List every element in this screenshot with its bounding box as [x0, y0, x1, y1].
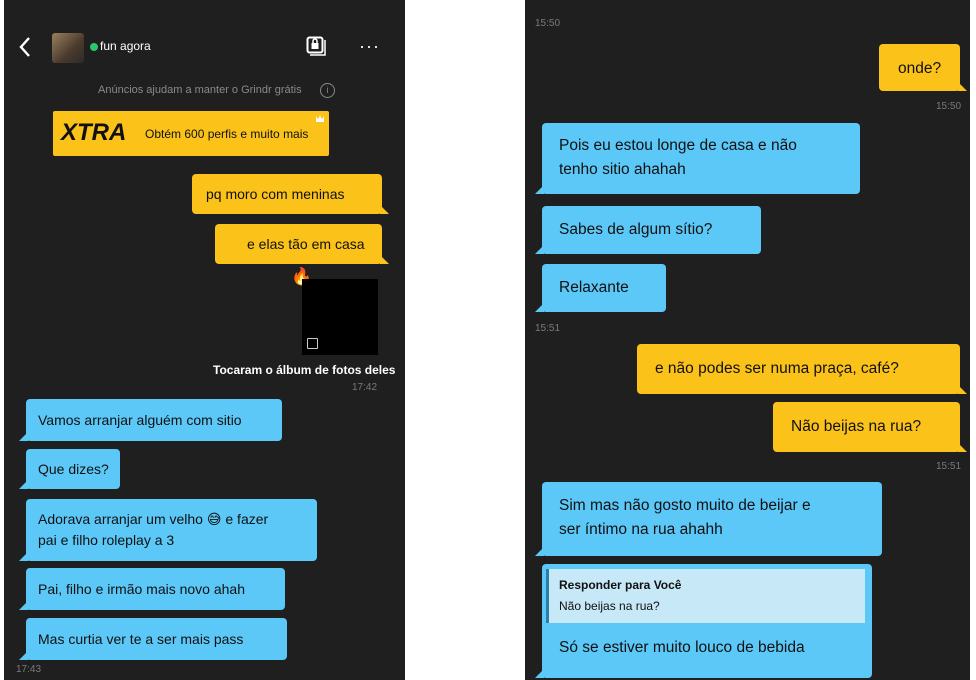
crown-icon: [316, 115, 324, 122]
left-chat-screen: fun agora ··· Anúncios ajudam a manter o…: [4, 0, 405, 680]
timestamp: 15:51: [535, 323, 561, 334]
message-in[interactable]: Adorava arranjar um velho 😅 e fazer pai …: [19, 499, 317, 561]
message-in[interactable]: Vamos arranjar alguém com sitio: [19, 399, 282, 441]
message-in[interactable]: Que dizes?: [19, 449, 120, 489]
timestamp: 15:51: [936, 461, 962, 472]
timestamp: 17:43: [16, 664, 42, 675]
ad-text: Obtém 600 perfis e muito mais: [145, 127, 309, 141]
message-out[interactable]: onde?: [879, 44, 967, 91]
back-arrow-icon[interactable]: [18, 36, 32, 58]
reply-quote-box[interactable]: Responder para Você Não beijas na rua?: [546, 569, 865, 623]
message-line: tenho sitio ahahah: [559, 161, 686, 178]
message-out[interactable]: pq moro com meninas: [192, 174, 389, 214]
message-line: Sim mas não gosto muito de beijar e: [559, 497, 811, 514]
message-out[interactable]: e não podes ser numa praça, café?: [637, 344, 967, 394]
more-options-icon[interactable]: ···: [359, 36, 380, 57]
reply-quote-text: Não beijas na rua?: [559, 599, 660, 613]
message-out[interactable]: Não beijas na rua?: [773, 402, 967, 452]
reply-text: Só se estiver muito louco de bebida: [559, 639, 805, 656]
message-out[interactable]: e elas tão em casa: [215, 224, 389, 264]
reply-message[interactable]: Responder para Você Não beijas na rua? S…: [535, 564, 872, 678]
message-in[interactable]: Mas curtia ver te a ser mais pass: [19, 618, 287, 660]
right-chat-screen: 15:50 onde? 15:50 Pois eu estou longe de…: [525, 0, 970, 680]
ad-notice: Anúncios ajudam a manter o Grindr grátis: [98, 84, 302, 96]
message-in[interactable]: Relaxante: [535, 264, 666, 312]
timestamp: 17:42: [352, 382, 378, 393]
message-line: Adorava arranjar um velho 😅 e fazer: [38, 511, 269, 527]
album-share-icon[interactable]: [306, 36, 326, 56]
album-caption: Tocaram o álbum de fotos deles: [213, 363, 396, 377]
xtra-logo: XTRA: [61, 119, 127, 146]
message-in[interactable]: Sim mas não gosto muito de beijar e ser …: [535, 482, 882, 556]
info-icon[interactable]: i: [320, 83, 335, 98]
album-badge-icon: [307, 338, 318, 349]
online-dot-icon: [90, 43, 98, 51]
message-in[interactable]: Sabes de algum sítio?: [535, 206, 761, 254]
message-in[interactable]: Pois eu estou longe de casa e não tenho …: [535, 123, 860, 194]
reply-title: Responder para Você: [559, 578, 682, 592]
avatar[interactable]: [52, 33, 84, 63]
album-thumbnail[interactable]: [302, 279, 378, 355]
message-line: ser íntimo na rua ahahh: [559, 521, 723, 538]
profile-status[interactable]: fun agora: [100, 39, 151, 53]
message-in[interactable]: Pai, filho e irmão mais novo ahah: [19, 568, 285, 610]
message-line: Pois eu estou longe de casa e não: [559, 137, 797, 154]
sweat-smile-emoji-icon: 😅: [206, 511, 222, 527]
message-line: pai e filho roleplay a 3: [38, 532, 175, 548]
xtra-ad-banner[interactable]: XTRA Obtém 600 perfis e muito mais: [53, 111, 329, 156]
timestamp: 15:50: [936, 101, 962, 112]
timestamp: 15:50: [535, 18, 561, 29]
